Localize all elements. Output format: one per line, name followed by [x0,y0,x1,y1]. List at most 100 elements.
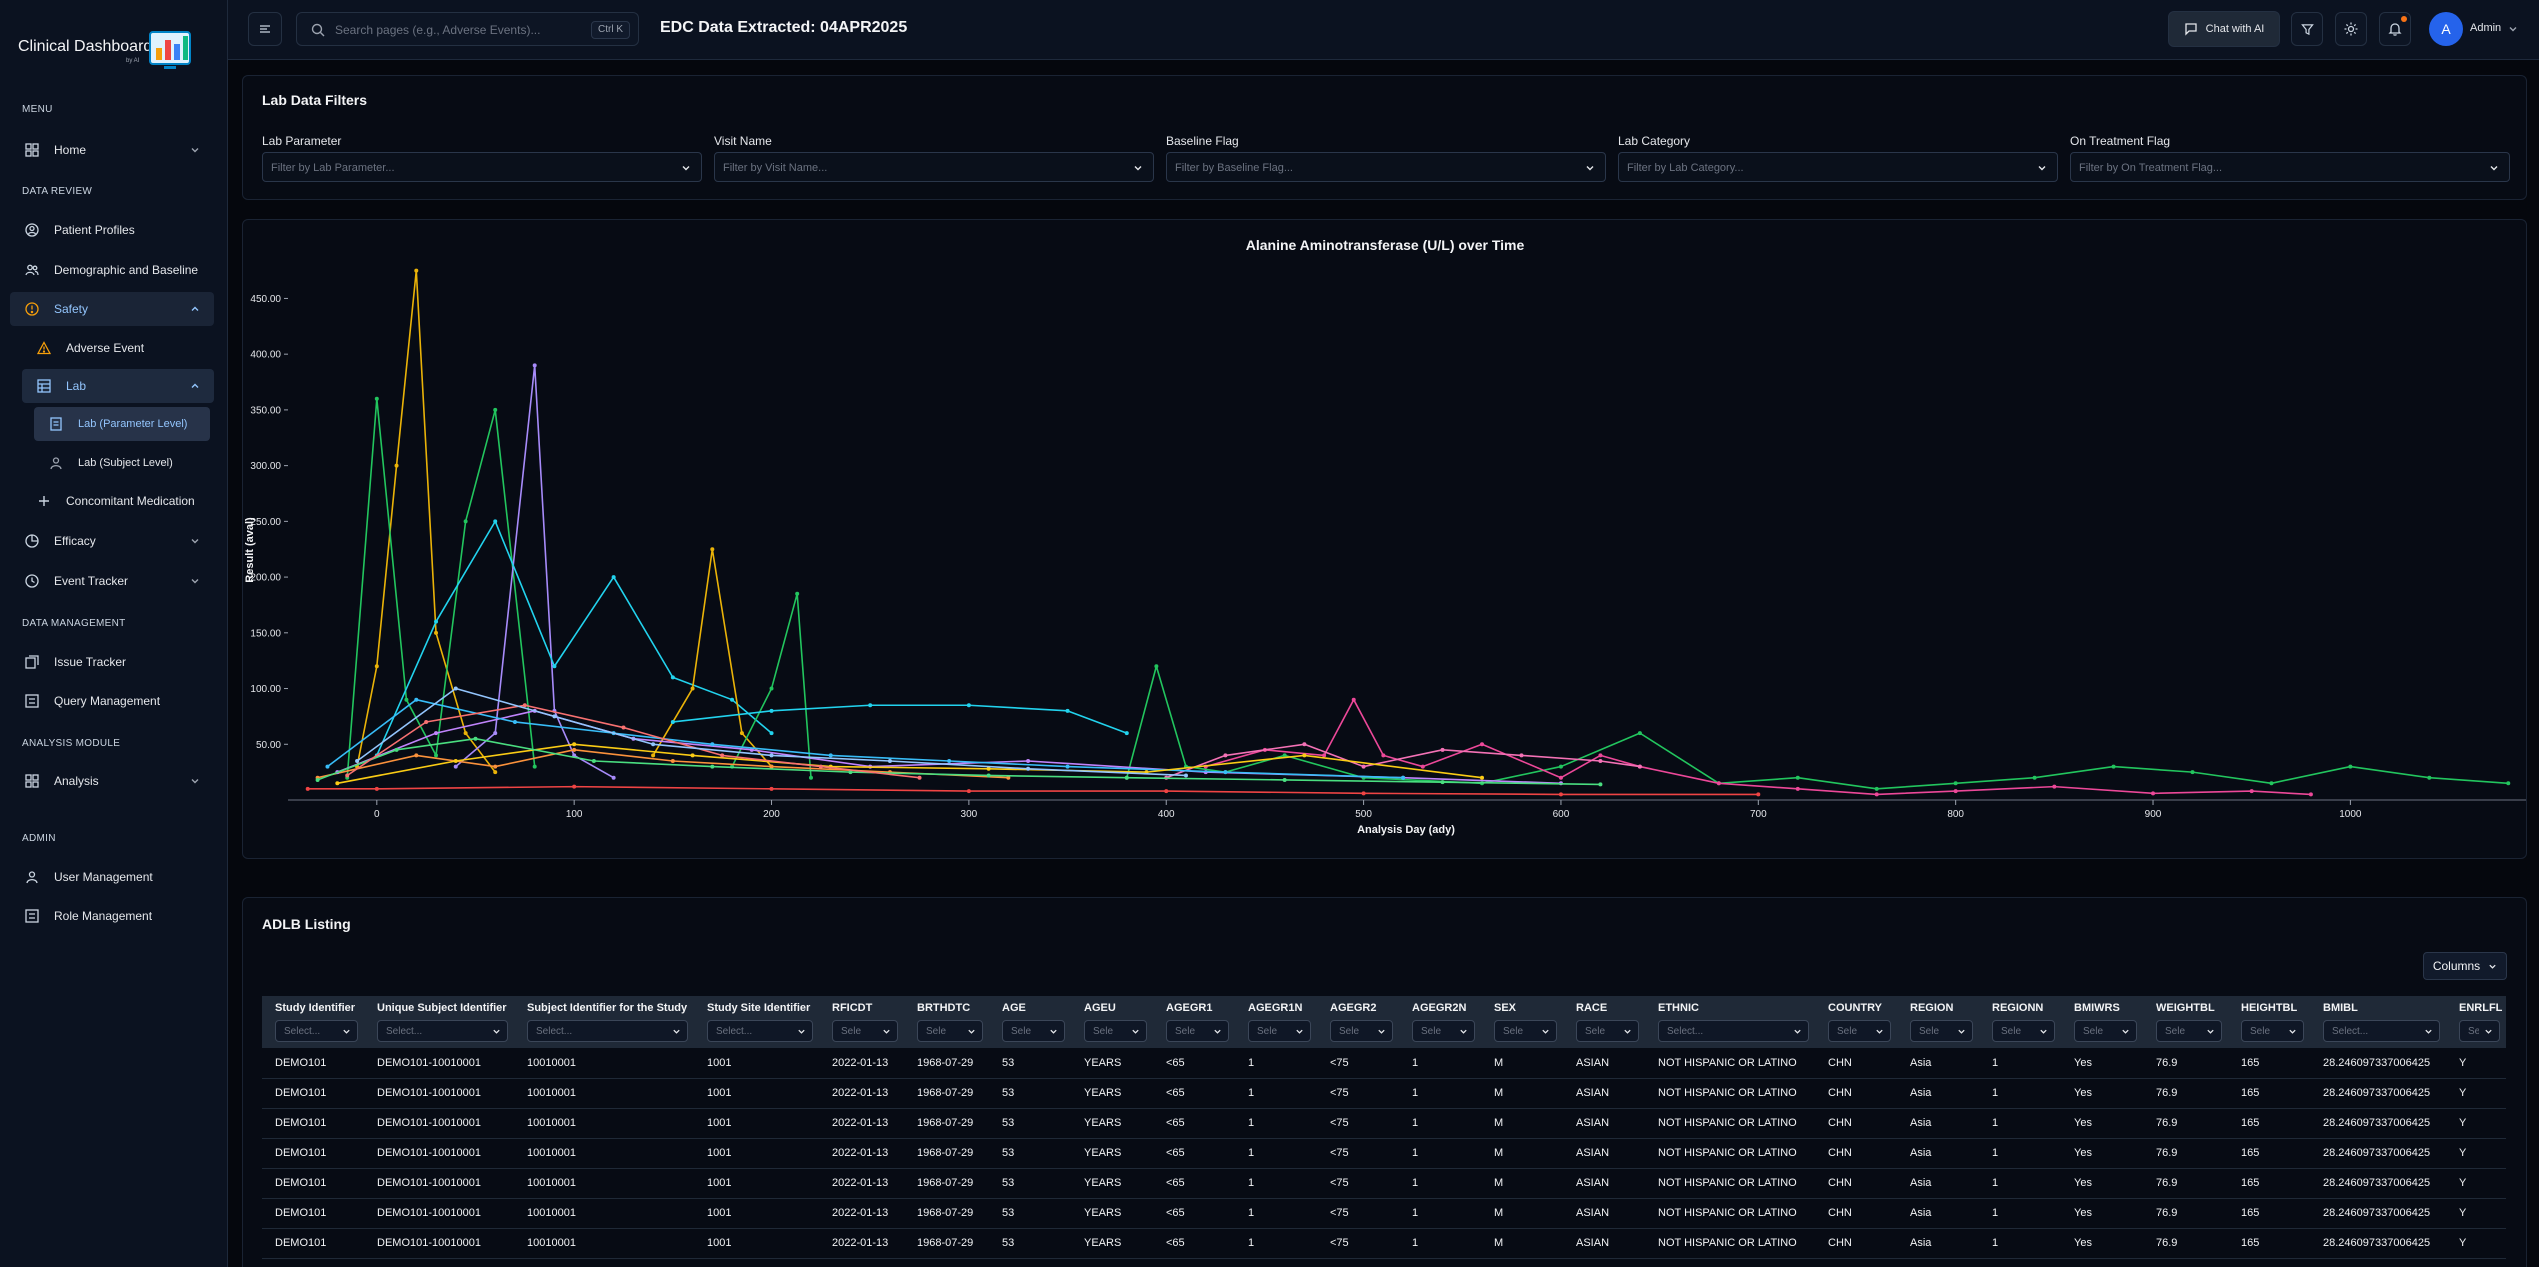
data-point[interactable] [1598,753,1603,758]
series-line[interactable] [1124,664,2511,791]
series-line[interactable] [453,363,616,780]
data-point[interactable] [1361,764,1366,769]
sidebar-item-event-tracker[interactable]: Event Tracker [10,564,214,598]
data-point[interactable] [1154,664,1159,669]
data-point[interactable] [572,784,577,789]
data-point[interactable] [769,753,774,758]
data-point[interactable] [1322,753,1327,758]
data-point[interactable] [887,758,892,763]
data-point[interactable] [1480,775,1485,780]
data-point[interactable] [670,758,675,763]
series-line[interactable] [345,703,922,780]
column-filter-select[interactable]: Sele [1330,1020,1393,1042]
table-row[interactable]: DEMO101 DEMO101-10010001 10010001 1001 2022-… [262,1108,2506,1139]
column-header[interactable]: BMIBL Select... [2310,996,2446,1048]
column-header[interactable]: COUNTRY Sele [1815,996,1897,1048]
sidebar-item-safety[interactable]: Safety [10,292,214,326]
sidebar-toggle-button[interactable] [248,12,282,46]
column-filter-select[interactable]: Sele [1576,1020,1639,1042]
data-point[interactable] [434,753,439,758]
column-filter-select[interactable]: Select... [527,1020,688,1042]
data-point[interactable] [828,753,833,758]
series-line[interactable] [730,591,813,780]
data-point[interactable] [572,747,577,752]
data-point[interactable] [315,777,320,782]
column-filter-select[interactable]: Sele [1494,1020,1557,1042]
data-point[interactable] [1874,792,1879,797]
data-point[interactable] [1519,753,1524,758]
sidebar-item-conmed[interactable]: Concomitant Medication [22,484,214,518]
data-point[interactable] [493,407,498,412]
data-point[interactable] [868,703,873,708]
data-point[interactable] [453,764,458,769]
data-point[interactable] [710,764,715,769]
data-point[interactable] [453,686,458,691]
data-point[interactable] [1026,766,1031,771]
column-header[interactable]: Study Site Identifier Select... [694,996,819,1048]
column-filter-select[interactable]: Select... [2323,1020,2440,1042]
data-point[interactable] [1183,773,1188,778]
data-point[interactable] [1953,781,1958,786]
column-filter-select[interactable]: Select... [707,1020,813,1042]
sidebar-item-patient-profiles[interactable]: Patient Profiles [10,213,214,247]
column-filter-select[interactable]: Sele [1412,1020,1475,1042]
data-point[interactable] [522,703,527,708]
data-point[interactable] [947,758,952,763]
data-point[interactable] [374,664,379,669]
data-point[interactable] [1026,758,1031,763]
data-point[interactable] [1440,747,1445,752]
sidebar-item-efficacy[interactable]: Efficacy [10,524,214,558]
sidebar-item-issue-tracker[interactable]: Issue Tracker [10,645,214,679]
data-point[interactable] [374,396,379,401]
data-point[interactable] [769,764,774,769]
filter-on-treatment-flag[interactable]: Filter by On Treatment Flag... [2070,152,2510,182]
data-point[interactable] [917,775,922,780]
data-point[interactable] [532,764,537,769]
data-point[interactable] [2249,789,2254,794]
sidebar-item-lab-subject[interactable]: Lab (Subject Level) [34,446,210,480]
data-point[interactable] [1440,780,1445,785]
column-header[interactable]: ENRLFL Sele [2446,996,2506,1048]
column-header[interactable]: SEX Sele [1481,996,1563,1048]
filter-visit-name[interactable]: Filter by Visit Name... [714,152,1154,182]
column-header[interactable]: REGIONN Sele [1979,996,2061,1048]
table-row[interactable]: DEMO101 DEMO101-10010001 10010001 1001 2022-… [262,1198,2506,1229]
column-header[interactable]: BRTHDTC Sele [904,996,989,1048]
data-point[interactable] [493,764,498,769]
data-point[interactable] [651,742,656,747]
data-point[interactable] [966,703,971,708]
data-point[interactable] [621,725,626,730]
data-point[interactable] [611,775,616,780]
data-point[interactable] [414,268,419,273]
table-row[interactable]: DEMO101 DEMO101-10010001 10010001 1001 2022-… [262,1168,2506,1199]
column-header[interactable]: BMIWRS Sele [2061,996,2143,1048]
filter-baseline-flag[interactable]: Filter by Baseline Flag... [1166,152,1606,182]
data-point[interactable] [1124,731,1129,736]
sidebar-item-lab-parameter[interactable]: Lab (Parameter Level) [34,407,210,441]
column-header[interactable]: Unique Subject Identifier Select... [364,996,514,1048]
column-filter-select[interactable]: Sele [832,1020,898,1042]
data-point[interactable] [720,753,725,758]
chevron-down-icon[interactable] [2508,24,2518,34]
series-line[interactable] [355,268,498,775]
column-filter-select[interactable]: Sele [1002,1020,1065,1042]
data-point[interactable] [966,789,971,794]
column-header[interactable]: AGEU Sele [1071,996,1153,1048]
app-logo[interactable]: Clinical Dashboard by AI [18,30,198,74]
data-point[interactable] [532,363,537,368]
data-point[interactable] [651,753,656,758]
column-filter-select[interactable]: Sele [2156,1020,2222,1042]
sidebar-item-adverse-event[interactable]: Adverse Event [22,331,214,365]
data-point[interactable] [335,781,340,786]
data-point[interactable] [453,758,458,763]
column-filter-select[interactable]: Sele [917,1020,983,1042]
column-header[interactable]: AGEGR2N Sele [1399,996,1481,1048]
column-filter-select[interactable]: Sele [1248,1020,1311,1042]
table-row[interactable]: DEMO101 DEMO101-10010001 10010001 1001 2022-… [262,1048,2506,1079]
column-filter-select[interactable]: Sele [1084,1020,1147,1042]
data-point[interactable] [1637,731,1642,736]
data-point[interactable] [769,708,774,713]
data-point[interactable] [2308,792,2313,797]
column-header[interactable]: WEIGHTBL Sele [2143,996,2228,1048]
data-point[interactable] [414,697,419,702]
